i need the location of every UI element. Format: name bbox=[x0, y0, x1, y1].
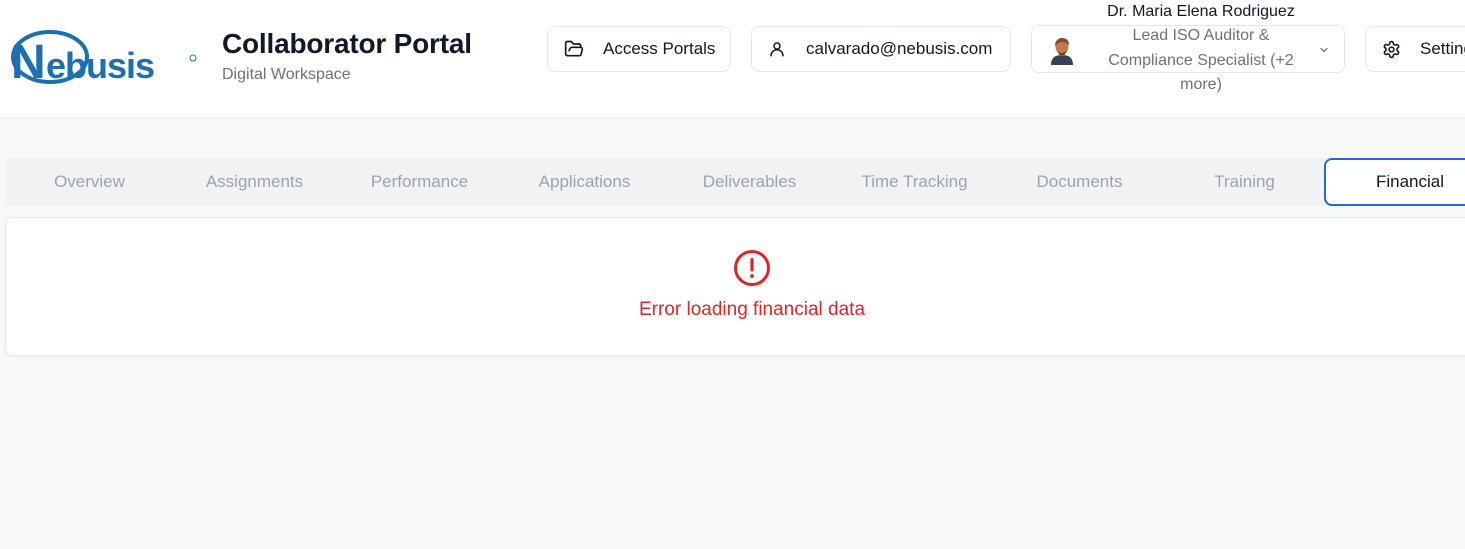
settings-label: Settings bbox=[1420, 39, 1465, 58]
folder-open-icon bbox=[564, 39, 584, 59]
user-icon bbox=[768, 40, 786, 58]
chevron-down-icon[interactable] bbox=[1318, 43, 1330, 55]
tab-overview[interactable]: Overview bbox=[7, 158, 172, 206]
portal-subtitle: Digital Workspace bbox=[222, 66, 351, 83]
nebusis-logo-icon: N ebusis bbox=[11, 30, 197, 84]
gear-icon bbox=[1382, 40, 1401, 59]
alert-circle-icon bbox=[733, 249, 771, 287]
tab-documents[interactable]: Documents bbox=[997, 158, 1162, 206]
tab-financial[interactable]: Financial bbox=[1324, 158, 1465, 206]
tab-time-tracking[interactable]: Time Tracking bbox=[832, 158, 997, 206]
brand-logo[interactable]: N ebusis bbox=[10, 30, 200, 84]
avatar bbox=[1049, 37, 1075, 65]
tab-training[interactable]: Training bbox=[1162, 158, 1327, 206]
access-portals-label: Access Portals bbox=[603, 39, 716, 58]
app-header: N ebusis Collaborator Portal Digital Wor… bbox=[0, 0, 1465, 118]
profile-name: Dr. Maria Elena Rodriguez bbox=[1107, 3, 1295, 20]
tab-assignments[interactable]: Assignments bbox=[172, 158, 337, 206]
financial-panel: Error loading financial data bbox=[5, 217, 1465, 356]
account-email: calvarado@nebusis.com bbox=[806, 39, 993, 58]
access-portals-button[interactable]: Access Portals bbox=[547, 26, 731, 72]
svg-text:ebusis: ebusis bbox=[46, 45, 154, 84]
account-button[interactable]: calvarado@nebusis.com bbox=[751, 26, 1011, 72]
section-tabs: Overview Assignments Performance Applica… bbox=[5, 158, 1465, 206]
profile-role: Lead ISO Auditor & Compliance Specialist… bbox=[1108, 27, 1294, 93]
portal-title: Collaborator Portal bbox=[222, 28, 472, 59]
tab-performance[interactable]: Performance bbox=[337, 158, 502, 206]
error-message: Error loading financial data bbox=[638, 299, 866, 320]
tab-applications[interactable]: Applications bbox=[502, 158, 667, 206]
tab-deliverables[interactable]: Deliverables bbox=[667, 158, 832, 206]
settings-button[interactable]: Settings bbox=[1365, 26, 1465, 72]
svg-text:N: N bbox=[11, 36, 44, 84]
